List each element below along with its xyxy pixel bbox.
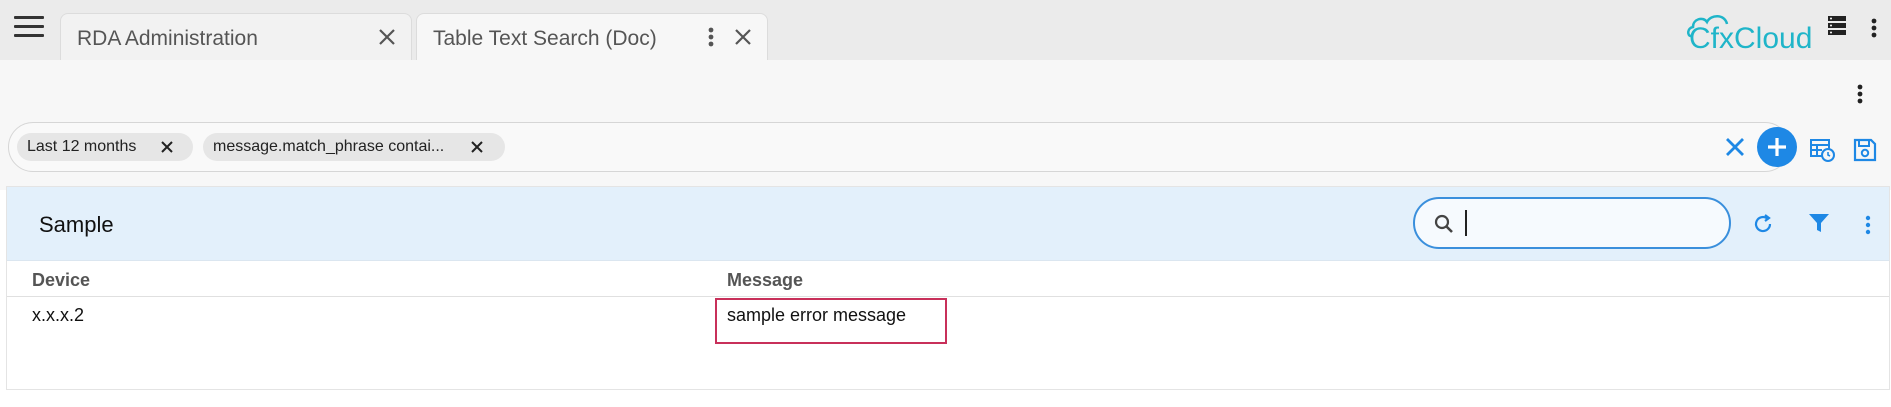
tab-label: RDA Administration — [77, 27, 258, 50]
more-vertical-icon[interactable] — [703, 23, 719, 51]
more-vertical-icon[interactable] — [1852, 80, 1868, 108]
filter-bar[interactable]: Last 12 months message.match_phrase cont… — [8, 122, 1797, 172]
chip-label: Last 12 months — [27, 138, 137, 155]
tab-rda-administration[interactable]: RDA Administration — [60, 13, 412, 60]
search-icon — [1434, 214, 1453, 233]
refresh-icon[interactable] — [1751, 212, 1775, 236]
search-input[interactable] — [1465, 210, 1715, 236]
svg-text:CfxCloud: CfxCloud — [1689, 22, 1812, 52]
table-header: Device Message — [7, 261, 1889, 297]
tab-label: Table Text Search (Doc) — [433, 27, 657, 50]
clear-icon[interactable] — [1721, 133, 1749, 161]
close-icon[interactable] — [467, 137, 487, 157]
filter-chip-message-match[interactable]: message.match_phrase contai... — [203, 133, 505, 161]
search-box[interactable] — [1413, 197, 1731, 249]
chip-label: message.match_phrase contai... — [213, 138, 445, 155]
page-toolbar: Last 12 months message.match_phrase cont… — [0, 60, 1891, 190]
close-icon[interactable] — [729, 23, 757, 51]
cfxcloud-logo: CfxCloud — [1687, 15, 1812, 52]
column-header-message[interactable]: Message — [727, 270, 803, 291]
filter-icon[interactable] — [1807, 211, 1831, 235]
tab-table-text-search[interactable]: Table Text Search (Doc) — [416, 13, 768, 60]
table-schedule-icon[interactable] — [1808, 136, 1836, 164]
column-header-device[interactable]: Device — [32, 270, 90, 291]
add-icon — [1768, 138, 1786, 156]
server-icon[interactable] — [1826, 14, 1848, 38]
filter-chip-time-range[interactable]: Last 12 months — [17, 133, 193, 161]
close-icon[interactable] — [157, 137, 177, 157]
cell-message: sample error message — [727, 305, 907, 325]
hamburger-menu-icon[interactable] — [14, 16, 44, 40]
add-filter-button[interactable] — [1757, 127, 1797, 167]
data-panel: Sample Device Message x.x.x.2 sample err… — [6, 186, 1890, 390]
panel-header: Sample — [7, 187, 1889, 261]
tab-bar: RDA Administration Table Text Search (Do… — [0, 0, 1891, 60]
cell-device: x.x.x.2 — [32, 305, 85, 325]
panel-title: Sample — [39, 212, 114, 237]
more-vertical-icon[interactable] — [1866, 14, 1882, 42]
more-vertical-icon[interactable] — [1861, 211, 1875, 239]
table-row[interactable]: x.x.x.2 sample error message — [7, 297, 1889, 344]
close-icon[interactable] — [373, 23, 401, 51]
save-icon[interactable] — [1851, 136, 1879, 164]
